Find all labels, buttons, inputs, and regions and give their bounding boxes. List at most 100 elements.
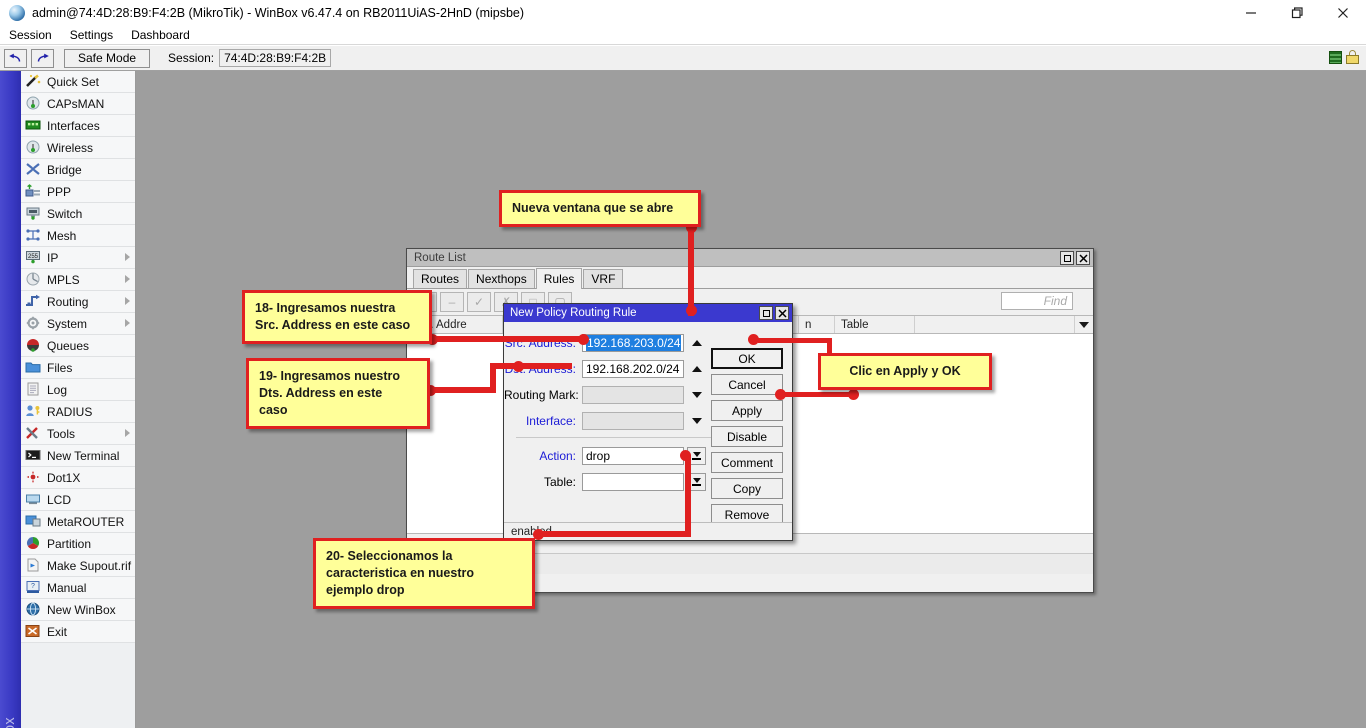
redo-arrow-icon[interactable] — [31, 49, 54, 68]
chevron-down-icon-interface[interactable] — [688, 412, 705, 430]
tab-nexthops[interactable]: Nexthops — [468, 269, 535, 288]
sidebar-item-wireless[interactable]: Wireless — [21, 137, 135, 159]
sidebar-item-radius[interactable]: RADIUS — [21, 401, 135, 423]
sidebar-item-label: MetaROUTER — [47, 515, 124, 529]
safe-mode-button[interactable]: Safe Mode — [64, 49, 150, 68]
sidebar-item-exit[interactable]: Exit — [21, 621, 135, 643]
route-list-title: Route List — [414, 252, 466, 264]
menu-dashboard[interactable]: Dashboard — [122, 26, 199, 44]
queues-icon — [25, 338, 42, 354]
column-chooser-icon[interactable] — [1075, 316, 1093, 334]
sidebar-item-dot1x[interactable]: Dot1X — [21, 467, 135, 489]
sidebar-item-tools[interactable]: Tools — [21, 423, 135, 445]
input-src-address[interactable]: 192.168.203.0/24 — [582, 334, 684, 352]
sidebar-item-switch[interactable]: Switch — [21, 203, 135, 225]
input-action[interactable]: drop — [582, 447, 684, 465]
annotation-line-apply-a — [758, 338, 832, 343]
sidebar-item-log[interactable]: Log — [21, 379, 135, 401]
tab-rules[interactable]: Rules — [536, 268, 583, 289]
undo-arrow-icon[interactable] — [4, 49, 27, 68]
sidebar-item-label: Routing — [47, 295, 88, 309]
dialog-close-button[interactable] — [775, 306, 789, 320]
svg-text:255: 255 — [28, 254, 39, 260]
sidebar-item-ppp[interactable]: PPP — [21, 181, 135, 203]
route-list-close-button[interactable] — [1076, 251, 1090, 265]
route-list-maximize-button[interactable] — [1060, 251, 1074, 265]
column-header-action[interactable]: n — [799, 316, 835, 333]
sidebar-item-bridge[interactable]: Bridge — [21, 159, 135, 181]
sidebar-item-quick-set[interactable]: Quick Set — [21, 71, 135, 93]
spinner-up-icon-src-address[interactable] — [688, 334, 705, 352]
dot1x-icon — [25, 470, 42, 486]
input-dst-address[interactable]: 192.168.202.0/24 — [582, 360, 684, 378]
sidebar-item-partition[interactable]: Partition — [21, 533, 135, 555]
apply-button[interactable]: Apply — [711, 400, 783, 421]
route-list-titlebar: Route List — [407, 249, 1093, 267]
sidebar-item-system[interactable]: System — [21, 313, 135, 335]
enable-button[interactable]: ✓ — [467, 292, 491, 312]
exit-icon — [25, 624, 42, 640]
label-action: Action: — [504, 449, 582, 463]
sidebar-item-make-supout-rif[interactable]: Make Supout.rif — [21, 555, 135, 577]
sidebar-item-routing[interactable]: Routing — [21, 291, 135, 313]
sidebar-item-new-terminal[interactable]: New Terminal — [21, 445, 135, 467]
dialog-button-column: OKCancelApplyDisableCommentCopyRemove — [711, 348, 783, 530]
ip-255-icon: 255 — [25, 250, 42, 266]
column-header-blank-2[interactable] — [915, 316, 1075, 333]
input-interface[interactable] — [582, 412, 684, 430]
input-table[interactable] — [582, 473, 684, 491]
dialog-body: Src. Address:192.168.203.0/24Dst. Addres… — [504, 322, 792, 523]
sidebar-item-ip[interactable]: 255IP — [21, 247, 135, 269]
sidebar-item-label: PPP — [47, 185, 71, 199]
toolbar-status-icons — [1329, 50, 1359, 64]
interfaces-icon — [25, 118, 42, 134]
close-button[interactable] — [1320, 0, 1366, 26]
sidebar-item-manual[interactable]: ?Manual — [21, 577, 135, 599]
sidebar-item-mesh[interactable]: Mesh — [21, 225, 135, 247]
sidebar-item-metarouter[interactable]: MetaROUTER — [21, 511, 135, 533]
sidebar-item-queues[interactable]: Queues — [21, 335, 135, 357]
menu-session[interactable]: Session — [0, 26, 61, 44]
annotation-dot-ok — [748, 334, 759, 345]
tab-vrf[interactable]: VRF — [583, 269, 623, 288]
chevron-down-icon-routing-mark[interactable] — [688, 386, 705, 404]
remove-button[interactable]: – — [440, 292, 464, 312]
input-routing-mark[interactable] — [582, 386, 684, 404]
sidebar-item-lcd[interactable]: LCD — [21, 489, 135, 511]
column-header-table[interactable]: Table — [835, 316, 915, 333]
disable-button[interactable]: Disable — [711, 426, 783, 447]
label-routing-mark: Routing Mark: — [504, 388, 582, 402]
sidebar-item-label: Exit — [47, 625, 67, 639]
note-new-window: Nueva ventana que se abre — [499, 190, 701, 227]
sidebar-item-mpls[interactable]: MPLS — [21, 269, 135, 291]
radius-key-icon — [25, 404, 42, 420]
screen: admin@74:4D:28:B9:F4:2B (MikroTik) - Win… — [0, 0, 1366, 728]
sidebar-item-new-winbox[interactable]: New WinBox — [21, 599, 135, 621]
sidebar-item-label: Manual — [47, 581, 86, 595]
sidebar-item-files[interactable]: Files — [21, 357, 135, 379]
annotation-dot-18-right — [578, 334, 589, 345]
sidebar-item-interfaces[interactable]: Interfaces — [21, 115, 135, 137]
dialog-maximize-button[interactable] — [759, 306, 773, 320]
submenu-arrow-icon — [125, 429, 130, 437]
route-list-tabs: RoutesNexthopsRulesVRF — [407, 267, 1093, 289]
minimize-button[interactable] — [1228, 0, 1274, 26]
spinner-up-icon-dst-address[interactable] — [688, 360, 705, 378]
copy-button[interactable]: Copy — [711, 478, 783, 499]
antenna-icon — [25, 96, 42, 112]
cancel-button[interactable]: Cancel — [711, 374, 783, 395]
comment-button[interactable]: Comment — [711, 452, 783, 473]
sidebar-item-label: Mesh — [47, 229, 76, 243]
selected-text: 192.168.203.0/24 — [586, 335, 681, 351]
partition-icon — [25, 536, 42, 552]
menu-settings[interactable]: Settings — [61, 26, 122, 44]
maximize-button[interactable] — [1274, 0, 1320, 26]
ok-button[interactable]: OK — [711, 348, 783, 369]
sidebar-item-label: Wireless — [47, 141, 93, 155]
tab-routes[interactable]: Routes — [413, 269, 467, 288]
find-input[interactable]: Find — [1001, 292, 1073, 310]
session-value[interactable]: 74:4D:28:B9:F4:2B — [219, 49, 331, 67]
antenna-icon — [25, 140, 42, 156]
routeros-brand-strip: RouterOS WinBox — [0, 71, 21, 728]
sidebar-item-capsman[interactable]: CAPsMAN — [21, 93, 135, 115]
